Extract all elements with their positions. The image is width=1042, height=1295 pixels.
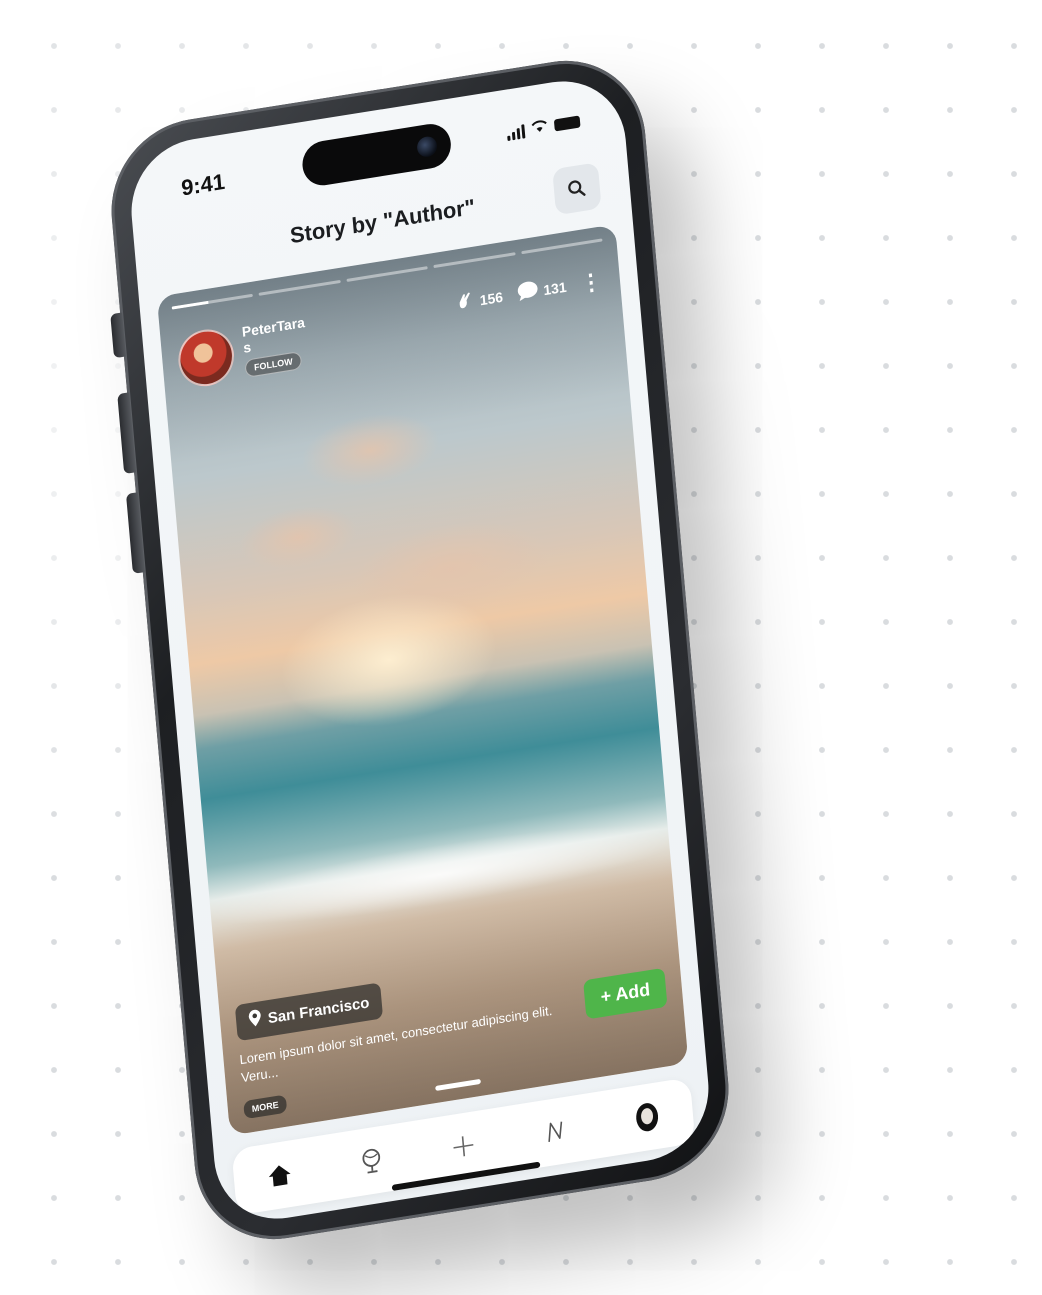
search-icon — [568, 180, 586, 196]
clap-count: 156 — [479, 288, 504, 308]
status-icons — [506, 112, 581, 142]
story-card[interactable]: PeterTaras FOLLOW 156 131 ⋮ San Francisc… — [156, 224, 689, 1136]
tab-create[interactable] — [442, 1123, 485, 1169]
comment-icon — [516, 279, 540, 305]
phone-mockup: 9:41 Story by "Author" PeterTaras FOLLOW… — [104, 48, 736, 1252]
more-options-icon[interactable]: ⋮ — [579, 268, 603, 296]
wifi-icon — [530, 117, 549, 138]
dynamic-island — [300, 120, 453, 189]
search-button[interactable] — [552, 162, 602, 216]
home-icon — [269, 1165, 291, 1187]
profile-avatar — [635, 1103, 658, 1132]
tab-explore[interactable] — [350, 1138, 393, 1184]
clap-icon — [454, 289, 476, 315]
n-icon — [548, 1121, 562, 1142]
location-pin-icon — [247, 1008, 263, 1032]
status-time: 9:41 — [180, 168, 226, 201]
tab-home[interactable] — [259, 1152, 302, 1198]
comment-count: 131 — [542, 278, 568, 298]
location-label: San Francisco — [267, 993, 370, 1027]
tab-profile[interactable] — [625, 1094, 668, 1140]
tab-news[interactable] — [534, 1109, 577, 1155]
signal-icon — [506, 122, 526, 142]
camera-icon — [416, 135, 438, 159]
author-meta: PeterTaras FOLLOW — [241, 313, 315, 380]
phone-screen: 9:41 Story by "Author" PeterTaras FOLLOW… — [125, 71, 715, 1229]
author-avatar[interactable] — [176, 325, 237, 391]
battery-icon — [553, 115, 581, 132]
plus-icon — [453, 1136, 474, 1157]
globe-icon — [362, 1148, 381, 1174]
